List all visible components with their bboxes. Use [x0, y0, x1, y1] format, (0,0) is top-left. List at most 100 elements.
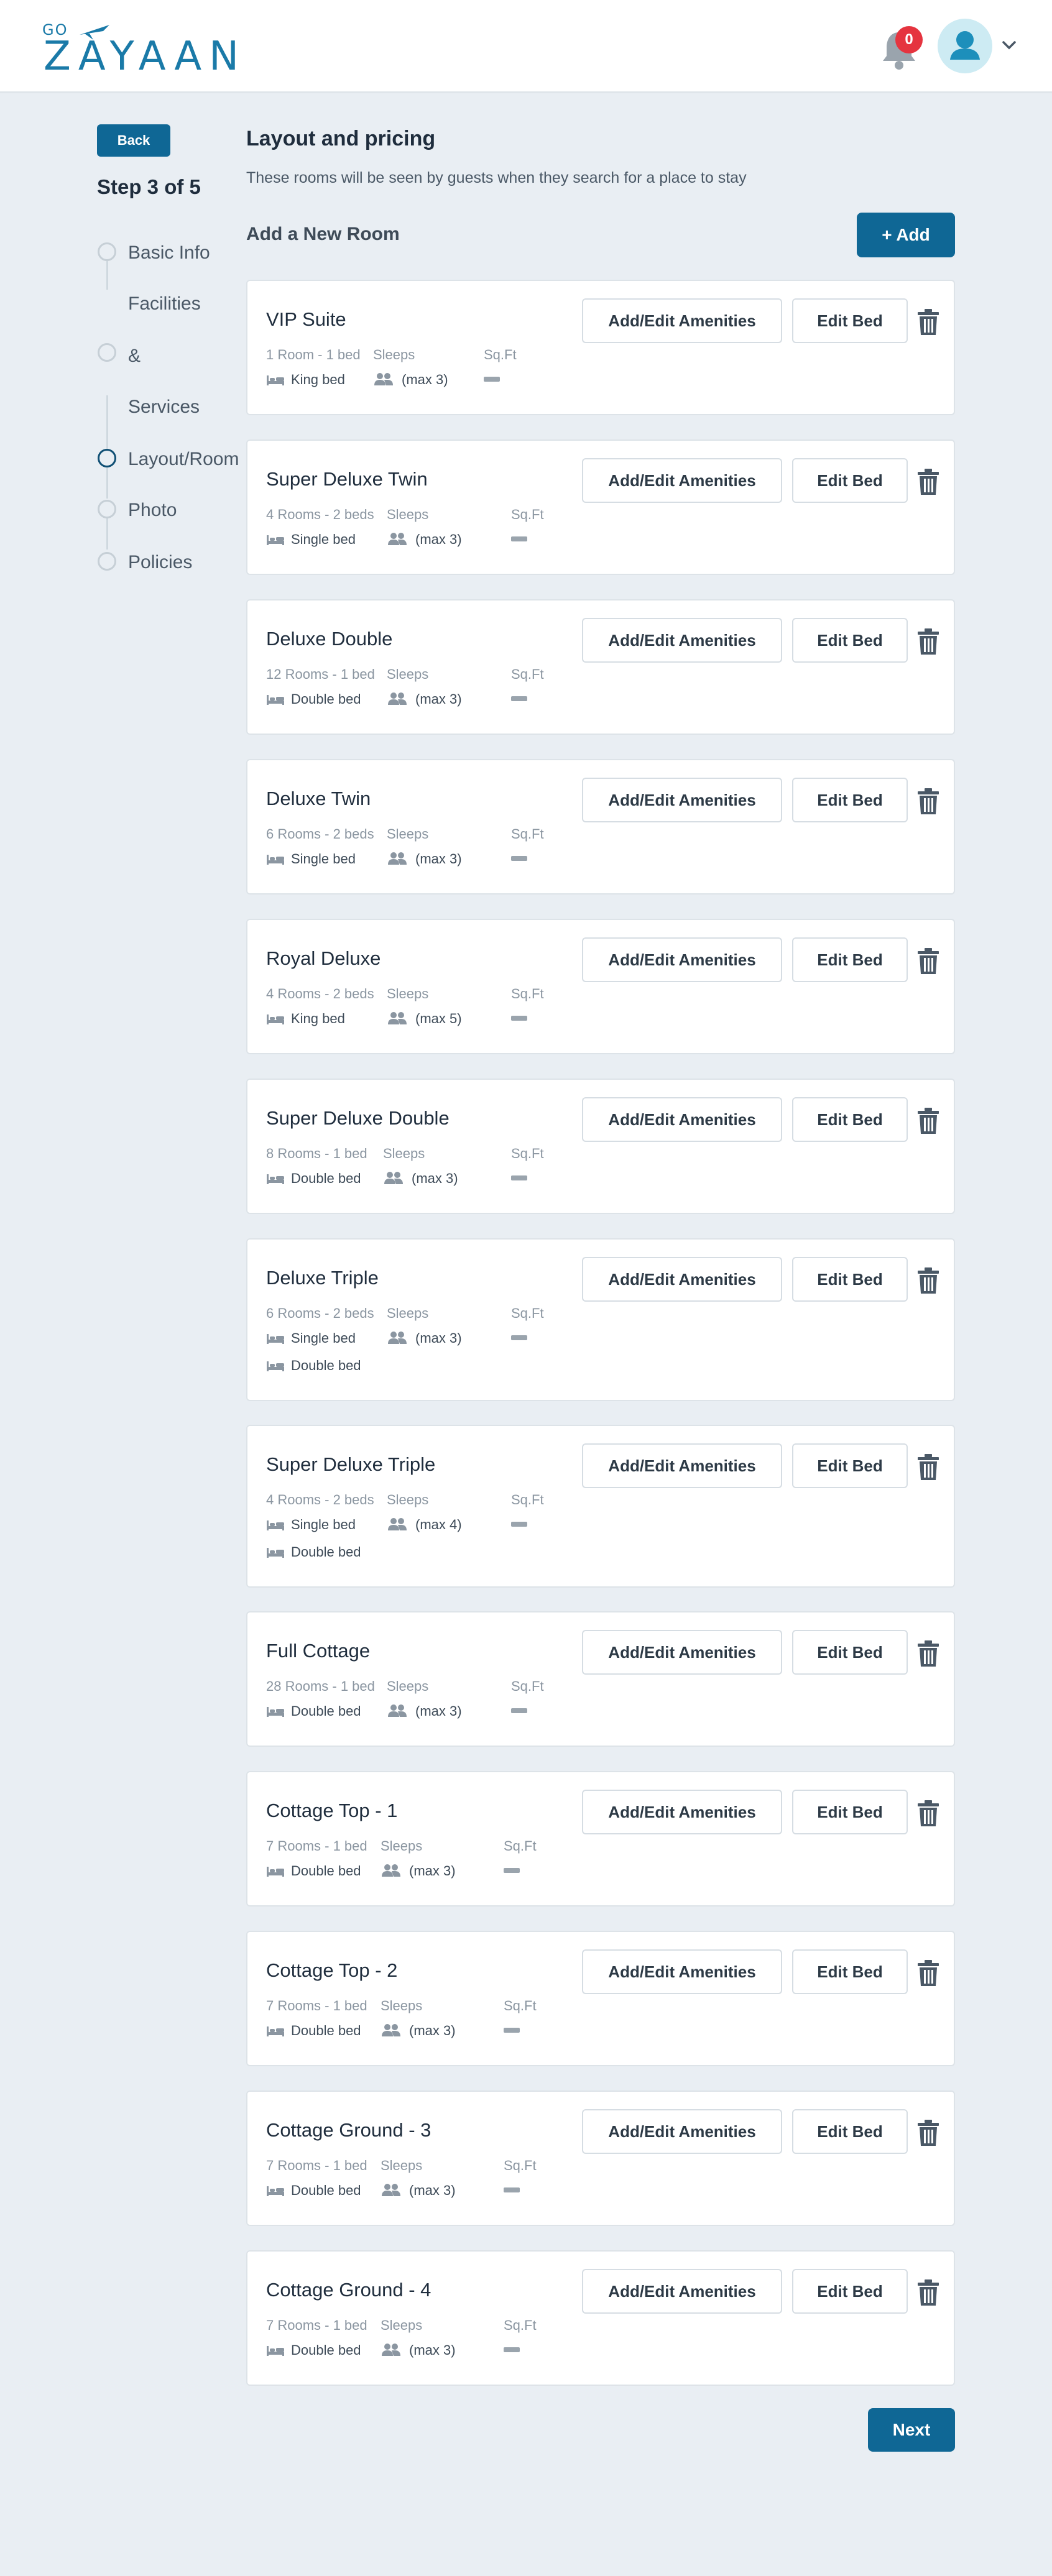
- trash-icon[interactable]: [916, 2119, 940, 2146]
- edit-amenities-button[interactable]: Add/Edit Amenities: [582, 1257, 782, 1302]
- chevron-down-icon[interactable]: [1001, 37, 1017, 53]
- trash-icon[interactable]: [916, 1640, 940, 1667]
- step-label-ampersand[interactable]: &: [128, 346, 141, 367]
- edit-amenities-button[interactable]: Add/Edit Amenities: [582, 1630, 782, 1675]
- step-label-services[interactable]: Services: [128, 397, 200, 418]
- user-avatar-icon[interactable]: [938, 19, 992, 73]
- edit-bed-button[interactable]: Edit Bed: [792, 778, 908, 822]
- step-label-basic-info[interactable]: Basic Info: [128, 242, 210, 264]
- sqft-label: Sq.Ft: [511, 1678, 544, 1694]
- edit-amenities-button[interactable]: Add/Edit Amenities: [582, 2269, 782, 2314]
- edit-amenities-button[interactable]: Add/Edit Amenities: [582, 937, 782, 982]
- guests-icon: [381, 2183, 402, 2201]
- guests-icon: [381, 2023, 402, 2041]
- edit-bed-button[interactable]: Edit Bed: [792, 2109, 908, 2154]
- edit-amenities-button[interactable]: Add/Edit Amenities: [582, 2109, 782, 2154]
- sqft-label: Sq.Ft: [484, 347, 517, 362]
- room-name: Cottage Top - 2: [266, 1959, 398, 1981]
- guests-icon: [387, 851, 408, 870]
- room-card: Cottage Top - 1 7 Rooms - 1 bed Sleeps Sq.F…: [246, 1771, 955, 1907]
- bed-icon: [266, 692, 285, 710]
- edit-bed-button[interactable]: Edit Bed: [792, 1443, 908, 1488]
- step-dot-basic-info[interactable]: [98, 242, 116, 261]
- edit-amenities-button[interactable]: Add/Edit Amenities: [582, 1790, 782, 1834]
- edit-amenities-button[interactable]: Add/Edit Amenities: [582, 778, 782, 822]
- max-occupancy-label: (max 3): [402, 372, 448, 387]
- edit-bed-button[interactable]: Edit Bed: [792, 937, 908, 982]
- room-summary: 1 Room - 1 bed: [266, 347, 361, 362]
- step-dot-facilities-services[interactable]: [98, 343, 116, 362]
- edit-amenities-button[interactable]: Add/Edit Amenities: [582, 1949, 782, 1994]
- edit-bed-button[interactable]: Edit Bed: [792, 1097, 908, 1142]
- trash-icon[interactable]: [916, 1959, 940, 1987]
- room-summary: 4 Rooms - 2 beds: [266, 1492, 374, 1507]
- bed-icon: [266, 1359, 285, 1376]
- bed-type-label: Single bed: [291, 531, 356, 547]
- step-dot-layout-room[interactable]: [98, 449, 116, 467]
- room-card: Deluxe Twin 6 Rooms - 2 beds Sleeps Sq.Ft Si…: [246, 759, 955, 895]
- step-label-layout-room[interactable]: Layout/Room: [128, 449, 239, 470]
- sleeps-label: Sleeps: [381, 1998, 423, 2013]
- bed-icon: [266, 2184, 285, 2201]
- edit-amenities-button[interactable]: Add/Edit Amenities: [582, 618, 782, 663]
- bed-icon: [266, 1012, 285, 1029]
- edit-bed-button[interactable]: Edit Bed: [792, 458, 908, 503]
- edit-bed-button[interactable]: Edit Bed: [792, 1790, 908, 1834]
- edit-bed-button[interactable]: Edit Bed: [792, 1949, 908, 1994]
- trash-icon[interactable]: [916, 308, 940, 336]
- step-label-policies[interactable]: Policies: [128, 552, 192, 573]
- notification-badge: 0: [895, 26, 923, 53]
- step-label-photo[interactable]: Photo: [128, 500, 177, 521]
- room-summary: 6 Rooms - 2 beds: [266, 1305, 374, 1321]
- max-occupancy-label: (max 3): [415, 1703, 462, 1719]
- room-summary: 12 Rooms - 1 bed: [266, 666, 375, 682]
- edit-bed-button[interactable]: Edit Bed: [792, 618, 908, 663]
- edit-bed-button[interactable]: Edit Bed: [792, 2269, 908, 2314]
- edit-amenities-button[interactable]: Add/Edit Amenities: [582, 458, 782, 503]
- trash-icon[interactable]: [916, 1800, 940, 1827]
- top-header: GO ZAYAAN 0: [0, 0, 1052, 93]
- trash-icon[interactable]: [916, 2279, 940, 2306]
- sqft-label: Sq.Ft: [511, 666, 544, 682]
- go-zayaan-logo[interactable]: GO ZAYAAN: [41, 21, 240, 80]
- bed-icon: [266, 1864, 285, 1882]
- trash-icon[interactable]: [916, 1453, 940, 1481]
- edit-amenities-button[interactable]: Add/Edit Amenities: [582, 1097, 782, 1142]
- edit-bed-button[interactable]: Edit Bed: [792, 1257, 908, 1302]
- bed-icon: [266, 2344, 285, 2361]
- trash-icon[interactable]: [916, 1267, 940, 1294]
- bed-icon: [266, 852, 285, 870]
- step-label-facilities[interactable]: Facilities: [128, 293, 201, 315]
- edit-bed-button[interactable]: Edit Bed: [792, 298, 908, 343]
- edit-bed-button[interactable]: Edit Bed: [792, 1630, 908, 1675]
- step-dot-policies[interactable]: [98, 552, 116, 571]
- room-card: Full Cottage 28 Rooms - 1 bed Sleeps Sq.Ft D…: [246, 1611, 955, 1747]
- sqft-empty-indicator: [504, 1868, 520, 1873]
- page-subtitle: These rooms will be seen by guests when …: [246, 169, 747, 186]
- trash-icon[interactable]: [916, 468, 940, 495]
- trash-icon[interactable]: [916, 1107, 940, 1134]
- room-summary: 4 Rooms - 2 beds: [266, 986, 374, 1001]
- edit-amenities-button[interactable]: Add/Edit Amenities: [582, 298, 782, 343]
- trash-icon[interactable]: [916, 947, 940, 975]
- step-dot-photo[interactable]: [98, 500, 116, 518]
- max-occupancy-label: (max 3): [409, 2183, 456, 2198]
- sleeps-label: Sleeps: [387, 1305, 429, 1321]
- sqft-empty-indicator: [511, 1708, 527, 1713]
- next-button[interactable]: Next: [868, 2408, 955, 2452]
- guests-icon: [381, 1863, 402, 1882]
- room-name: Super Deluxe Double: [266, 1107, 450, 1129]
- edit-amenities-button[interactable]: Add/Edit Amenities: [582, 1443, 782, 1488]
- max-occupancy-label: (max 3): [415, 531, 462, 547]
- sqft-empty-indicator: [504, 2028, 520, 2033]
- room-summary: 7 Rooms - 1 bed: [266, 1998, 367, 2013]
- guests-icon: [387, 1703, 408, 1722]
- add-room-button[interactable]: + Add: [857, 213, 955, 257]
- max-occupancy-label: (max 3): [415, 1330, 462, 1346]
- sqft-label: Sq.Ft: [511, 1492, 544, 1507]
- bed-type-label: Single bed: [291, 1330, 356, 1346]
- trash-icon[interactable]: [916, 628, 940, 655]
- back-button[interactable]: Back: [97, 124, 170, 157]
- room-name: Super Deluxe Triple: [266, 1453, 436, 1475]
- trash-icon[interactable]: [916, 788, 940, 815]
